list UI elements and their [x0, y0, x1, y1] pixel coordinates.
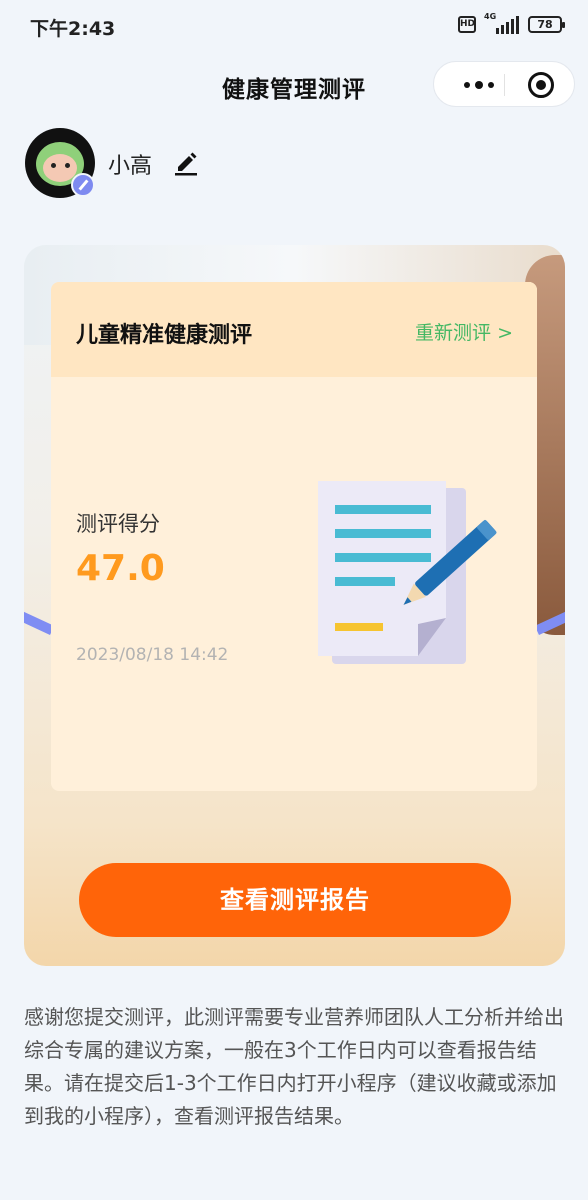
retake-assessment-link[interactable]: 重新测评 > — [415, 318, 513, 345]
user-name: 小高 — [108, 154, 153, 179]
edit-avatar-icon[interactable] — [71, 173, 95, 197]
assessment-title: 儿童精准健康测评 — [76, 323, 253, 348]
edit-name-icon[interactable] — [172, 148, 200, 176]
battery-level: 78 — [537, 17, 553, 31]
notice-text: 感谢您提交测评，此测评需要专业营养师团队人工分析并给出综合专属的建议方案，一般在… — [24, 1005, 564, 1128]
assessment-date: 2023/08/18 14:42 — [76, 645, 229, 665]
network-type: 4G — [484, 12, 497, 21]
capsule-divider — [504, 74, 505, 96]
status-bar: 下午2:43 HD 4G 78 — [0, 0, 588, 52]
mini-program-capsule — [433, 61, 575, 107]
more-icon[interactable] — [456, 62, 502, 108]
battery-icon: 78 — [528, 15, 565, 33]
close-capsule-icon[interactable] — [528, 72, 554, 98]
assessment-card: 儿童精准健康测评 重新测评 > 测评得分 47.0 2023/08/18 14:… — [51, 282, 537, 791]
score-label: 测评得分 — [76, 512, 160, 536]
document-pen-icon — [318, 481, 497, 664]
view-report-button[interactable]: 查看测评报告 — [79, 863, 511, 937]
hd-icon: HD — [458, 15, 476, 33]
status-time: 下午2:43 — [30, 18, 116, 40]
signal-icon: 4G — [484, 12, 520, 34]
score-value: 47.0 — [76, 548, 165, 589]
status-icons: HD 4G 78 — [458, 12, 565, 34]
